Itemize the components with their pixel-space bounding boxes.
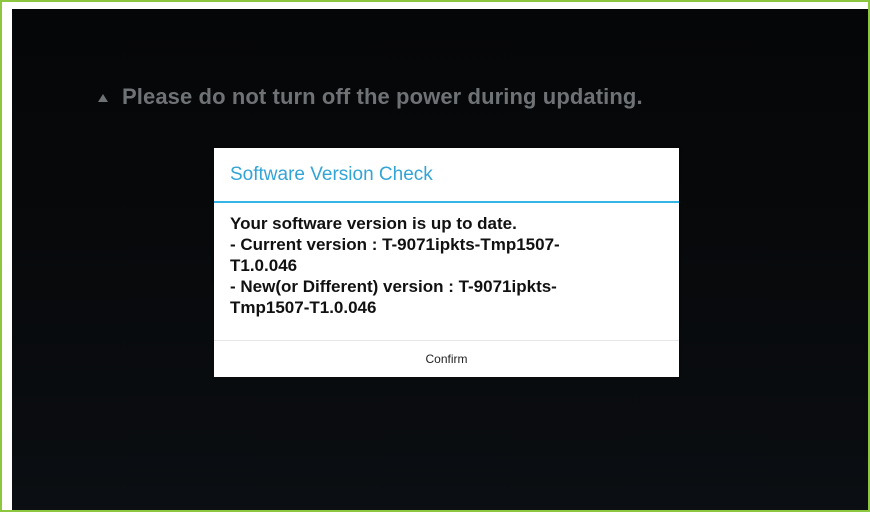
message-line: - New(or Different) version : T-9071ipkt…: [230, 277, 557, 296]
tv-screen: Please do not turn off the power during …: [12, 9, 868, 510]
software-version-dialog: Software Version Check Your software ver…: [214, 148, 679, 377]
dialog-title: Software Version Check: [230, 164, 433, 185]
message-line: T1.0.046: [230, 256, 298, 275]
message-line: Tmp1507-T1.0.046: [230, 298, 377, 317]
message-line: - Current version : T-9071ipkts-Tmp1507-: [230, 235, 560, 254]
screenshot-frame: Please do not turn off the power during …: [0, 0, 870, 512]
message-line: Your software version is up to date.: [230, 214, 517, 233]
dialog-title-divider: [214, 201, 679, 203]
dialog-message: Your software version is up to date. - C…: [230, 213, 670, 318]
power-warning: Please do not turn off the power during …: [98, 84, 643, 110]
dialog-footer: Confirm: [214, 340, 679, 377]
power-warning-text: Please do not turn off the power during …: [122, 84, 643, 109]
confirm-button[interactable]: Confirm: [214, 341, 679, 377]
warning-triangle-icon: [98, 93, 108, 102]
